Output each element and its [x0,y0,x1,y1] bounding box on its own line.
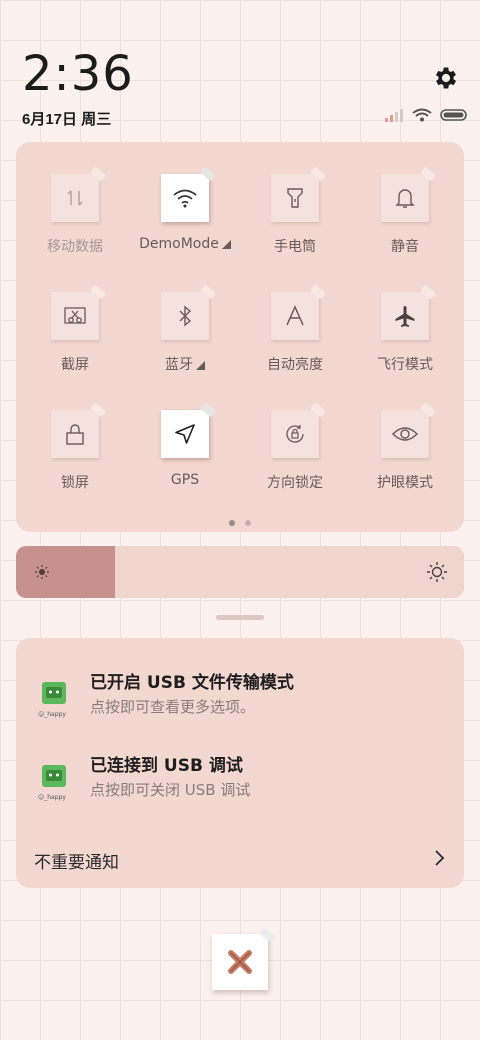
brightness-slider[interactable] [16,546,464,598]
tile-label: 蓝牙 [165,357,193,373]
bell-icon [395,189,415,208]
airplane-icon [395,306,415,327]
drag-handle[interactable] [216,615,264,620]
wifi-icon [173,189,197,208]
expand-arrow-icon [221,240,231,249]
flashlight-icon [287,188,303,208]
tile-label: 静音 [391,239,419,255]
tile-lock-screen[interactable]: 锁屏 [20,402,130,492]
quick-settings-panel: 移动数据 DemoMode 手电筒 静音 截屏 蓝牙 自动亮度 飞行模式 锁屏 … [16,142,464,532]
tile-label: 移动数据 [47,239,103,255]
tile-label: 截屏 [61,357,89,373]
notification-usb-transfer[interactable]: ☺_happy 已开启 USB 文件传输模式 点按即可查看更多选项。 [16,668,464,738]
screenshot-icon [64,307,86,324]
tile-screenshot[interactable]: 截屏 [20,284,130,374]
tile-auto-brightness[interactable]: 自动亮度 [240,284,350,374]
android-happy-icon: ☺_happy [38,682,66,718]
tile-wifi[interactable]: DemoMode [130,166,240,252]
wifi-status-icon [412,108,432,122]
signal-icon [385,109,403,122]
brightness-low-icon [35,565,49,579]
tile-label: 方向锁定 [267,475,323,491]
notification-title: 已开启 USB 文件传输模式 [90,673,294,693]
page-indicator [16,520,464,526]
page-dot-active[interactable] [229,520,235,526]
page-dot[interactable] [245,520,251,526]
tile-silent[interactable]: 静音 [350,166,460,256]
unimportant-notifications-link[interactable]: 不重要通知 [34,848,119,873]
notification-panel: ☺_happy 已开启 USB 文件传输模式 点按即可查看更多选项。 ☺_hap… [16,638,464,888]
brightness-high-icon [427,562,447,582]
date: 6月17日 周三 [22,111,112,128]
tile-label: 手电筒 [274,239,316,255]
expand-arrow-icon [196,361,205,370]
tile-label: 护眼模式 [377,475,433,491]
tile-eye-care[interactable]: 护眼模式 [350,402,460,492]
close-icon [228,950,252,974]
notification-text: 点按即可关闭 USB 调试 [90,781,251,799]
clock: 2:36 [22,46,134,102]
auto-brightness-icon [286,305,304,326]
tile-airplane[interactable]: 飞行模式 [350,284,460,374]
settings-gear-icon[interactable] [432,64,460,92]
svg-text:☺_happy: ☺_happy [38,711,66,718]
tile-flashlight[interactable]: 手电筒 [240,166,350,256]
notification-title: 已连接到 USB 调试 [90,756,243,776]
android-happy-icon: ☺_happy [38,765,66,801]
tile-label: 自动亮度 [267,357,323,373]
tile-label: DemoMode [139,236,219,252]
status-bar-icons [384,108,468,122]
mobile-data-icon [67,190,83,206]
tile-label: 锁屏 [61,475,89,491]
tile-gps[interactable]: GPS [130,402,240,488]
eye-icon [392,427,418,441]
clear-all-button[interactable] [212,927,275,990]
brightness-fill [16,546,115,598]
location-icon [175,424,195,444]
notification-text: 点按即可查看更多选项。 [90,698,256,716]
tile-label: 飞行模式 [377,357,433,373]
lock-icon [66,424,84,445]
notification-usb-debug[interactable]: ☺_happy 已连接到 USB 调试 点按即可关闭 USB 调试 [16,751,464,821]
bluetooth-icon [179,305,192,327]
tile-rotation-lock[interactable]: 方向锁定 [240,402,350,492]
tile-mobile-data[interactable]: 移动数据 [20,166,130,256]
rotation-lock-icon [286,425,304,443]
battery-icon [440,109,467,121]
tile-bluetooth[interactable]: 蓝牙 [130,284,240,374]
tile-label: GPS [170,472,200,488]
svg-text:☺_happy: ☺_happy [38,794,66,801]
chevron-right-icon[interactable] [432,848,446,868]
